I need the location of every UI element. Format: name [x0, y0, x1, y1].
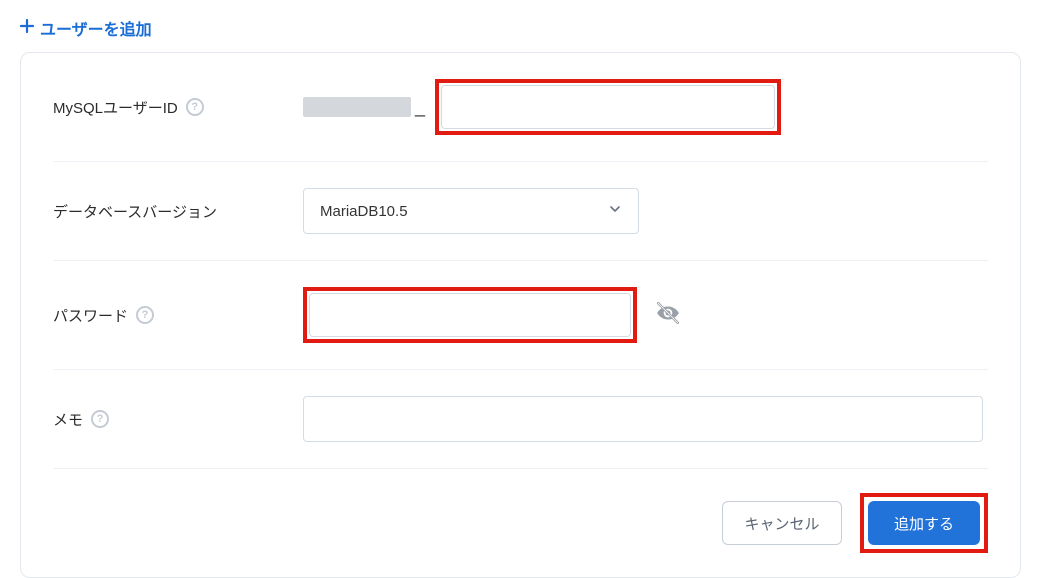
underscore-separator: _ — [415, 97, 425, 118]
user-id-prefix-redacted — [303, 97, 411, 117]
row-db-version: データベースバージョン MariaDB10.5 — [53, 162, 988, 261]
plus-icon — [20, 19, 34, 38]
add-user-header[interactable]: ユーザーを追加 — [20, 10, 1021, 52]
cancel-button[interactable]: キャンセル — [722, 501, 842, 545]
eye-off-icon[interactable] — [655, 300, 681, 331]
row-user-id: MySQLユーザーID ? _ — [53, 53, 988, 162]
password-input[interactable] — [309, 293, 631, 337]
highlight-password — [303, 287, 637, 343]
db-version-selected: MariaDB10.5 — [320, 203, 408, 220]
row-password: パスワード ? — [53, 261, 988, 370]
row-memo: メモ ? — [53, 370, 988, 469]
highlight-user-id — [435, 79, 781, 135]
chevron-down-icon — [608, 202, 622, 220]
help-icon[interactable]: ? — [136, 306, 154, 324]
label-password: パスワード — [53, 305, 128, 326]
highlight-submit: 追加する — [860, 493, 988, 553]
memo-input[interactable] — [303, 396, 983, 442]
label-db-version: データベースバージョン — [53, 201, 217, 222]
actions-row: キャンセル 追加する — [53, 469, 988, 553]
user-id-input[interactable] — [441, 85, 775, 129]
header-title: ユーザーを追加 — [40, 16, 152, 40]
help-icon[interactable]: ? — [91, 410, 109, 428]
submit-button[interactable]: 追加する — [868, 501, 980, 545]
label-user-id: MySQLユーザーID — [53, 97, 178, 118]
help-icon[interactable]: ? — [186, 98, 204, 116]
db-version-select[interactable]: MariaDB10.5 — [303, 188, 639, 234]
form-panel: MySQLユーザーID ? _ データベースバージョン MariaDB10.5 — [20, 52, 1021, 578]
label-memo: メモ — [53, 409, 83, 430]
